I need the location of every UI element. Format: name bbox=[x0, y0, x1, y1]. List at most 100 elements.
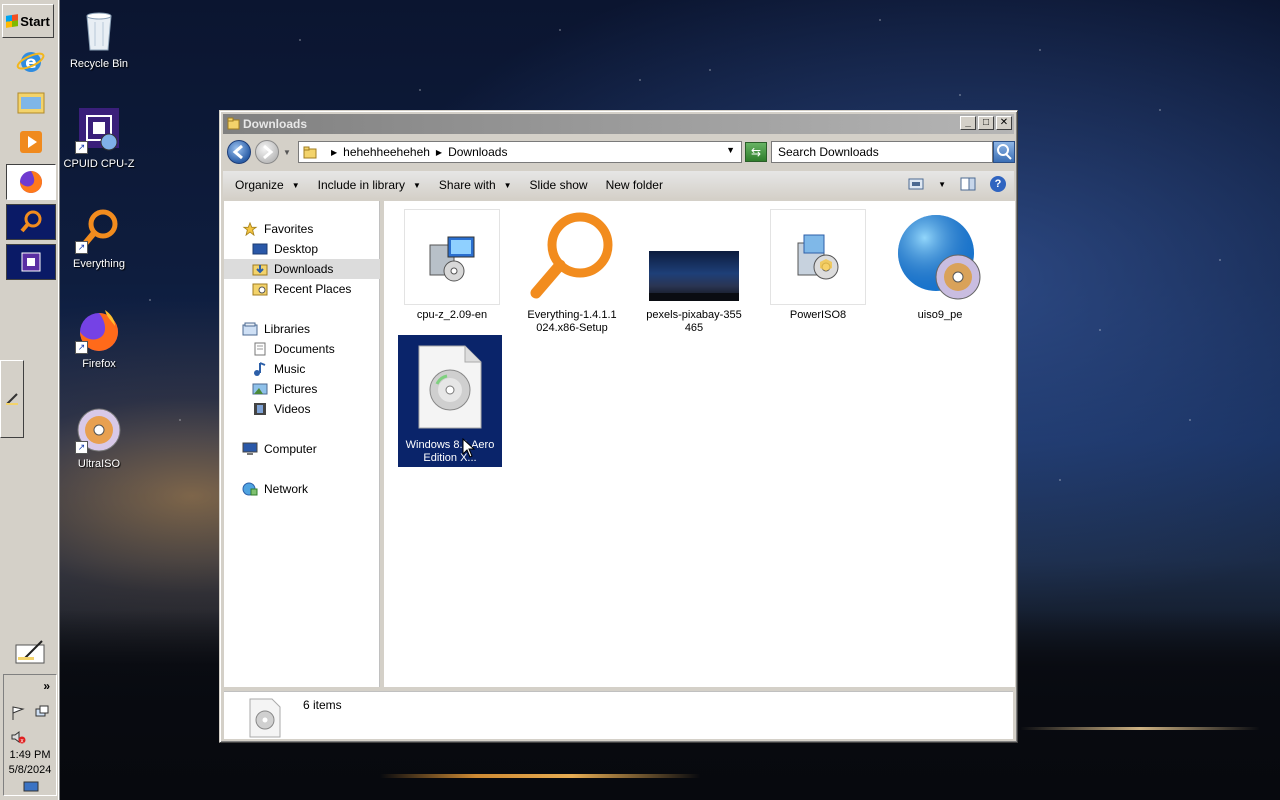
file-list: cpu-z_2.09-en Everything-1.4.1.1 024.x86… bbox=[384, 201, 1015, 687]
clock-date[interactable]: 5/8/2024 bbox=[4, 764, 56, 776]
change-view-icon[interactable] bbox=[908, 177, 924, 191]
network-tray-icon[interactable] bbox=[34, 705, 50, 721]
file-name: PowerISO8 bbox=[789, 309, 847, 321]
monitor-tray-icon[interactable] bbox=[23, 781, 39, 793]
nav-label: Videos bbox=[274, 402, 311, 416]
clock-time[interactable]: 1:49 PM bbox=[4, 749, 56, 761]
taskbar-resize-handle[interactable] bbox=[0, 360, 24, 438]
share-with-menu[interactable]: Share with ▼ bbox=[439, 178, 512, 192]
refresh-button[interactable]: ⇆ bbox=[745, 142, 767, 162]
file-item[interactable]: uiso9_pe bbox=[888, 209, 992, 322]
volume-muted-icon[interactable]: x bbox=[10, 729, 26, 745]
address-bar[interactable]: ▶ hehehheeheheh ▶ Downloads ▼ bbox=[298, 141, 742, 163]
view-options-dropdown-icon[interactable]: ▼ bbox=[938, 180, 946, 189]
nav-label: Network bbox=[264, 482, 309, 496]
slideshow-label: Slide show bbox=[529, 178, 588, 192]
command-bar: Organize ▼ Include in library ▼ Share with… bbox=[223, 171, 1014, 199]
nav-music[interactable]: Music bbox=[224, 359, 380, 379]
action-center-flag-icon[interactable] bbox=[10, 705, 26, 721]
show-desktop-icon[interactable] bbox=[6, 634, 56, 670]
back-button[interactable] bbox=[227, 140, 251, 164]
nav-downloads[interactable]: Downloads bbox=[224, 259, 380, 279]
include-in-library-menu[interactable]: Include in library ▼ bbox=[318, 178, 421, 192]
desktop-icon-ultraiso[interactable]: ↗ UltraISO bbox=[59, 406, 139, 470]
chevron-down-icon: ▼ bbox=[413, 180, 421, 190]
desktop-icon-firefox[interactable]: ↗ Firefox bbox=[59, 306, 139, 370]
organize-menu[interactable]: Organize ▼ bbox=[235, 178, 300, 192]
minimize-button[interactable]: _ bbox=[960, 116, 976, 130]
disc-image-icon bbox=[249, 698, 281, 738]
cpu-z-icon: ↗ bbox=[75, 106, 123, 154]
item-count: 6 items bbox=[303, 698, 342, 712]
cpu-z-icon[interactable] bbox=[6, 244, 56, 280]
desktop-icon-recycle-bin[interactable]: Recycle Bin bbox=[59, 6, 139, 70]
media-player-icon[interactable] bbox=[6, 124, 56, 160]
help-button[interactable]: ? bbox=[990, 176, 1006, 192]
shortcut-arrow-icon: ↗ bbox=[75, 241, 88, 254]
windows-logo-icon bbox=[6, 14, 19, 28]
globe-disc-icon bbox=[892, 209, 988, 305]
nav-recent-places[interactable]: Recent Places bbox=[224, 279, 380, 299]
start-label: Start bbox=[20, 13, 50, 29]
disc-image-icon bbox=[402, 339, 498, 435]
file-name: uiso9_pe bbox=[917, 309, 963, 321]
preview-pane-icon[interactable] bbox=[960, 177, 976, 191]
address-dropdown-icon[interactable]: ▼ bbox=[726, 145, 735, 155]
start-button[interactable]: Start bbox=[2, 4, 54, 38]
wallpaper-town-lights bbox=[1020, 727, 1260, 730]
nav-network[interactable]: Network bbox=[224, 479, 380, 499]
nav-label: Music bbox=[274, 362, 306, 376]
address-row: ▼ ▶ hehehheeheheh ▶ Downloads ▼ ⇆ Search… bbox=[223, 137, 1015, 167]
everything-search-icon[interactable] bbox=[6, 204, 56, 240]
desktop-icon-label: CPUID CPU-Z bbox=[63, 158, 135, 170]
file-item[interactable]: Everything-1.4.1.1 024.x86-Setup bbox=[520, 209, 624, 335]
nav-libraries[interactable]: Libraries bbox=[224, 319, 380, 339]
firefox-icon[interactable] bbox=[6, 164, 56, 200]
ultraiso-disc-icon: ↗ bbox=[75, 406, 123, 454]
breadcrumb-chevron-icon[interactable]: ▶ bbox=[331, 148, 337, 157]
folder-icon bbox=[227, 117, 240, 130]
maximize-button[interactable]: □ bbox=[978, 116, 994, 130]
shortcut-arrow-icon: ↗ bbox=[75, 341, 88, 354]
file-item[interactable]: pexels-pixabay-355 465 bbox=[642, 209, 746, 335]
back-arrow-icon bbox=[232, 144, 243, 160]
nav-videos[interactable]: Videos bbox=[224, 399, 380, 419]
pictures-icon bbox=[252, 383, 268, 395]
windows-explorer-icon[interactable] bbox=[6, 84, 56, 120]
recent-pages-dropdown-icon[interactable]: ▼ bbox=[283, 148, 291, 157]
navigation-pane: Favorites Desktop Downloads Recent Place… bbox=[224, 201, 380, 687]
new-folder-button[interactable]: New folder bbox=[606, 178, 663, 192]
file-item[interactable]: PowerISO8 bbox=[766, 209, 870, 322]
internet-explorer-icon[interactable]: e bbox=[6, 44, 56, 80]
file-item[interactable]: cpu-z_2.09-en bbox=[400, 209, 504, 322]
forward-arrow-icon bbox=[263, 144, 274, 160]
file-name: Everything-1.4.1.1 024.x86-Setup bbox=[527, 309, 617, 334]
file-item[interactable]: Windows 8.1 Aero Edition X... bbox=[398, 335, 502, 467]
nav-label: Desktop bbox=[274, 242, 319, 256]
desktop-icon-everything[interactable]: ↗ Everything bbox=[59, 206, 139, 270]
nav-computer[interactable]: Computer bbox=[224, 439, 380, 459]
search-button[interactable] bbox=[993, 141, 1015, 163]
nav-favorites[interactable]: Favorites bbox=[224, 219, 380, 239]
computer-icon bbox=[242, 442, 258, 455]
nav-documents[interactable]: Documents bbox=[224, 339, 380, 359]
desktop-icon-label: Everything bbox=[73, 258, 125, 270]
breadcrumb-chevron-icon[interactable]: ▶ bbox=[436, 148, 442, 157]
system-tray: » x 1:49 PM 5/8/2024 bbox=[3, 674, 57, 796]
nav-pictures[interactable]: Pictures bbox=[224, 379, 380, 399]
breadcrumb-item[interactable]: hehehheeheheh bbox=[343, 145, 430, 159]
window-titlebar[interactable]: Downloads _ □ ✕ bbox=[223, 114, 1014, 134]
image-thumbnail bbox=[646, 209, 742, 305]
desktop-icon-cpu-z[interactable]: ↗ CPUID CPU-Z bbox=[59, 106, 139, 170]
tray-expand-button[interactable]: » bbox=[43, 679, 50, 693]
close-button[interactable]: ✕ bbox=[996, 116, 1012, 130]
magnifier-icon bbox=[524, 209, 620, 305]
slide-show-button[interactable]: Slide show bbox=[530, 178, 588, 192]
nav-desktop[interactable]: Desktop bbox=[224, 239, 380, 259]
forward-button[interactable] bbox=[255, 140, 279, 164]
breadcrumb-item[interactable]: Downloads bbox=[448, 145, 507, 159]
newfolder-label: New folder bbox=[605, 178, 663, 192]
nav-label: Libraries bbox=[264, 322, 311, 336]
search-input[interactable]: Search Downloads bbox=[771, 141, 993, 163]
installer-icon bbox=[770, 209, 866, 305]
